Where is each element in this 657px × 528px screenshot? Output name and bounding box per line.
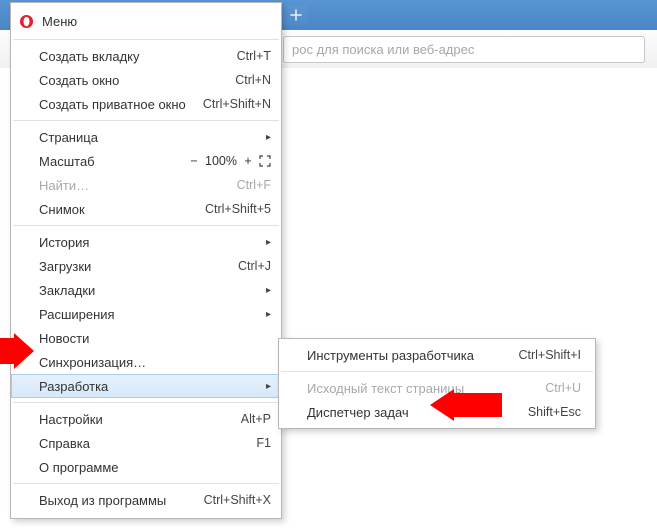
submenu-item-devtools[interactable]: Инструменты разработчика Ctrl+Shift+I bbox=[279, 343, 595, 367]
zoom-value: 100% bbox=[205, 154, 237, 168]
menu-separator bbox=[13, 39, 279, 40]
menu-item-label: Закладки bbox=[39, 283, 95, 298]
menu-item-label: Создать приватное окно bbox=[39, 97, 186, 112]
zoom-out-button[interactable]: − bbox=[187, 154, 201, 168]
menu-item-label: История bbox=[39, 235, 89, 250]
menu-item-label: Настройки bbox=[39, 412, 103, 427]
chevron-right-icon: ▸ bbox=[261, 237, 271, 248]
menu-separator bbox=[281, 371, 593, 372]
menu-item-label: Снимок bbox=[39, 202, 85, 217]
menu-item-sync[interactable]: Синхронизация… bbox=[11, 350, 281, 374]
menu-separator bbox=[13, 225, 279, 226]
menu-item-label: Новости bbox=[39, 331, 89, 346]
chevron-right-icon: ▸ bbox=[261, 381, 271, 392]
menu-item-label: Инструменты разработчика bbox=[307, 348, 474, 363]
menu-item-new-window[interactable]: Создать окно Ctrl+N bbox=[11, 68, 281, 92]
menu-item-label: Справка bbox=[39, 436, 90, 451]
menu-title: Меню bbox=[42, 14, 77, 29]
menu-item-settings[interactable]: Настройки Alt+P bbox=[11, 407, 281, 431]
menu-item-label: Найти… bbox=[39, 178, 89, 193]
submenu-item-view-source[interactable]: Исходный текст страницы Ctrl+U bbox=[279, 376, 595, 400]
menu-item-shortcut: Ctrl+F bbox=[237, 178, 271, 192]
menu-item-label: Синхронизация… bbox=[39, 355, 146, 370]
menu-item-zoom[interactable]: Масштаб − 100% + bbox=[11, 149, 281, 173]
menu-item-label: Разработка bbox=[39, 379, 108, 394]
chevron-right-icon: ▸ bbox=[261, 285, 271, 296]
menu-item-downloads[interactable]: Загрузки Ctrl+J bbox=[11, 254, 281, 278]
menu-item-label: Расширения bbox=[39, 307, 115, 322]
submenu-item-task-manager[interactable]: Диспетчер задач Shift+Esc bbox=[279, 400, 595, 424]
menu-item-shortcut: Ctrl+J bbox=[238, 259, 271, 273]
chevron-right-icon: ▸ bbox=[261, 132, 271, 143]
menu-item-find[interactable]: Найти… Ctrl+F bbox=[11, 173, 281, 197]
menu-item-shortcut: Ctrl+Shift+X bbox=[204, 493, 271, 507]
menu-item-history[interactable]: История ▸ bbox=[11, 230, 281, 254]
menu-header: Меню bbox=[11, 7, 281, 35]
chevron-right-icon: ▸ bbox=[261, 309, 271, 320]
menu-item-shortcut: Ctrl+U bbox=[545, 381, 581, 395]
menu-item-label: Создать окно bbox=[39, 73, 119, 88]
new-tab-button[interactable] bbox=[283, 5, 308, 25]
menu-item-shortcut: Alt+P bbox=[241, 412, 271, 426]
menu-item-shortcut: Ctrl+Shift+5 bbox=[205, 202, 271, 216]
menu-separator bbox=[13, 483, 279, 484]
menu-item-shortcut: Ctrl+Shift+N bbox=[203, 97, 271, 111]
menu-item-snapshot[interactable]: Снимок Ctrl+Shift+5 bbox=[11, 197, 281, 221]
menu-item-shortcut: Ctrl+N bbox=[235, 73, 271, 87]
menu-item-page[interactable]: Страница ▸ bbox=[11, 125, 281, 149]
menu-separator bbox=[13, 120, 279, 121]
menu-item-shortcut: F1 bbox=[256, 436, 271, 450]
fullscreen-icon[interactable] bbox=[259, 155, 271, 167]
menu-item-news[interactable]: Новости bbox=[11, 326, 281, 350]
menu-item-label: Создать вкладку bbox=[39, 49, 140, 64]
menu-item-shortcut: Ctrl+T bbox=[237, 49, 271, 63]
address-bar[interactable]: рос для поиска или веб-адрес bbox=[283, 36, 645, 63]
menu-item-label: Страница bbox=[39, 130, 98, 145]
menu-item-exit[interactable]: Выход из программы Ctrl+Shift+X bbox=[11, 488, 281, 512]
menu-item-label: Диспетчер задач bbox=[307, 405, 409, 420]
menu-item-shortcut: Ctrl+Shift+I bbox=[518, 348, 581, 362]
opera-logo-icon bbox=[19, 14, 34, 29]
main-menu: Меню Создать вкладку Ctrl+T Создать окно… bbox=[10, 2, 282, 519]
menu-item-label: Выход из программы bbox=[39, 493, 166, 508]
menu-item-label: Исходный текст страницы bbox=[307, 381, 464, 396]
menu-item-new-private-window[interactable]: Создать приватное окно Ctrl+Shift+N bbox=[11, 92, 281, 116]
zoom-in-button[interactable]: + bbox=[241, 154, 255, 168]
menu-item-help[interactable]: Справка F1 bbox=[11, 431, 281, 455]
menu-item-developer[interactable]: Разработка ▸ bbox=[11, 374, 281, 398]
menu-item-label: О программе bbox=[39, 460, 119, 475]
developer-submenu: Инструменты разработчика Ctrl+Shift+I Ис… bbox=[278, 338, 596, 429]
menu-item-about[interactable]: О программе bbox=[11, 455, 281, 479]
menu-item-label: Масштаб bbox=[39, 154, 95, 169]
menu-item-shortcut: Shift+Esc bbox=[528, 405, 581, 419]
menu-item-bookmarks[interactable]: Закладки ▸ bbox=[11, 278, 281, 302]
menu-item-new-tab[interactable]: Создать вкладку Ctrl+T bbox=[11, 44, 281, 68]
menu-separator bbox=[13, 402, 279, 403]
menu-item-extensions[interactable]: Расширения ▸ bbox=[11, 302, 281, 326]
menu-item-label: Загрузки bbox=[39, 259, 91, 274]
